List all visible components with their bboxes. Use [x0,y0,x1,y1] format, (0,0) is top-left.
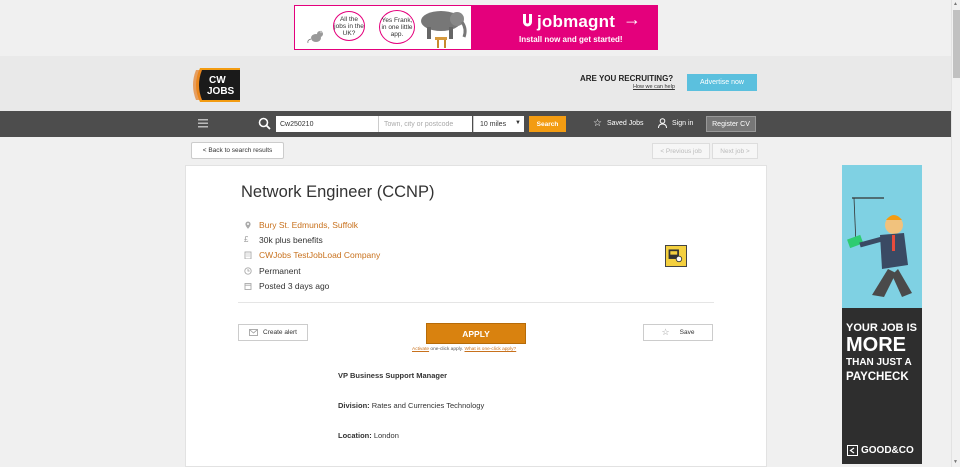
user-icon [658,118,667,128]
apply-note-text: one-click apply. [430,347,464,352]
create-alert-button[interactable]: Create alert [238,324,308,341]
next-job-button[interactable]: Next job > [712,143,758,159]
goodco-logo-icon [847,445,858,456]
company-logo[interactable] [665,245,687,267]
building-icon [244,251,252,259]
company-link[interactable]: CWJobs TestJobLoad Company [259,250,380,260]
job-posted-date: Posted 3 days ago [259,281,330,291]
calendar-icon [244,283,252,290]
description-heading: VP Business Support Manager [338,371,447,380]
scroll-up-icon[interactable]: ▲ [953,1,958,7]
division-value: Rates and Currencies Technology [371,401,485,410]
save-label: Save [679,329,695,336]
description-division: Division: Rates and Currencies Technolog… [338,401,484,410]
advertise-button[interactable]: Advertise now [687,74,757,91]
activate-link[interactable]: Activate [412,347,429,352]
location-label: Location: [338,431,372,440]
job-salary-row: £ 30k plus benefits [244,235,323,245]
location-value: London [373,431,399,440]
goodco-brand: GOOD&CO [861,445,914,456]
slogan-line-4: PAYCHECK [846,371,909,383]
apply-button[interactable]: APPLY [426,323,526,344]
star-icon: ☆ [661,327,670,337]
radius-select[interactable]: 10 miles ▼ [473,116,524,132]
search-button[interactable]: Search [529,116,566,132]
search-icon [258,117,271,130]
arrow-right-icon: → [623,9,641,29]
elephant-icon [421,11,467,48]
ad-brand-goodco: GOOD&CO [847,445,914,456]
site-header: CW JOBS ARE YOU RECRUITING? How we can h… [0,56,960,111]
slogan-line-2: MORE [846,334,906,356]
section-divider [238,302,714,303]
star-icon: ☆ [593,118,602,129]
job-salary: 30k plus benefits [259,235,323,245]
job-posted-row: Posted 3 days ago [244,281,329,291]
magnet-icon [521,14,534,28]
businessman-illustration [847,197,912,297]
ad-illustration: All the jobs in the UK? Yes Frank, in on… [295,6,471,49]
one-click-apply-note: Activate one-click apply. What is one-cl… [412,347,516,352]
speech-bubble-2: Yes Frank, in one little app. [379,10,415,44]
side-banner-ad[interactable]: YOUR JOB IS MORE THAN JUST A PAYCHECK GO… [842,165,922,464]
scroll-down-icon[interactable]: ▼ [953,459,958,465]
search-navbar: 10 miles ▼ Search ☆ Saved Jobs Sign in R… [0,111,960,137]
radius-value: 10 miles [480,120,507,128]
scroll-thumb[interactable] [953,10,960,78]
pound-icon: £ [244,235,249,244]
slogan-line-3: THAN JUST A [846,357,912,368]
sign-in-label: Sign in [672,119,694,127]
description-heading-text: VP Business Support Manager [338,371,448,380]
ad-tagline: Install now and get started! [519,35,623,44]
previous-job-button[interactable]: < Previous job [652,143,710,159]
menu-icon[interactable] [198,119,208,128]
ad-brand: jobmagnt [537,12,616,31]
recruiting-title: ARE YOU RECRUITING? [580,74,674,83]
svg-text:JOBS: JOBS [207,86,235,97]
recruiting-help-link[interactable]: How we can help [633,84,675,90]
keyword-search-input[interactable] [276,116,378,132]
job-type: Permanent [259,266,301,276]
sign-in-link[interactable]: Sign in [658,118,693,128]
job-type-row: Permanent [244,266,301,276]
job-title: Network Engineer (CCNP) [241,183,435,201]
speech-bubble-1: All the jobs in the UK? [333,11,365,41]
svg-text:CW: CW [209,75,226,86]
what-is-one-click-link[interactable]: What is one-click apply? [464,347,516,352]
division-label: Division: [338,401,370,410]
saved-jobs-link[interactable]: ☆ Saved Jobs [593,118,644,129]
ad-slogan: YOUR JOB IS MORE THAN JUST A PAYCHECK [846,321,917,384]
envelope-icon [249,329,258,336]
back-to-results-button[interactable]: < Back to search results [191,142,284,159]
caret-down-icon: ▼ [515,120,521,126]
job-location-link[interactable]: Bury St. Edmunds, Suffolk [259,220,358,230]
clock-icon [244,267,252,275]
top-banner-ad[interactable]: All the jobs in the UK? Yes Frank, in on… [294,5,658,50]
ad-cta[interactable]: jobmagnt → Install now and get started! [471,6,657,49]
register-cv-button[interactable]: Register CV [706,116,756,132]
cwjobs-logo[interactable]: CW JOBS [192,66,242,104]
saved-jobs-label: Saved Jobs [606,120,644,127]
job-location-row: Bury St. Edmunds, Suffolk [244,220,358,230]
create-alert-label: Create alert [263,329,297,336]
job-details-card: Network Engineer (CCNP) Bury St. Edmunds… [185,165,767,467]
rat-icon [307,30,323,44]
job-company-row: CWJobs TestJobLoad Company [244,250,380,260]
location-input[interactable] [378,116,472,132]
slogan-line-1: YOUR JOB IS [846,322,917,334]
vertical-scrollbar[interactable]: ▲ ▼ [951,0,960,467]
save-job-button[interactable]: ☆ Save [643,324,713,341]
description-location: Location: London [338,431,399,440]
location-pin-icon [245,221,251,229]
